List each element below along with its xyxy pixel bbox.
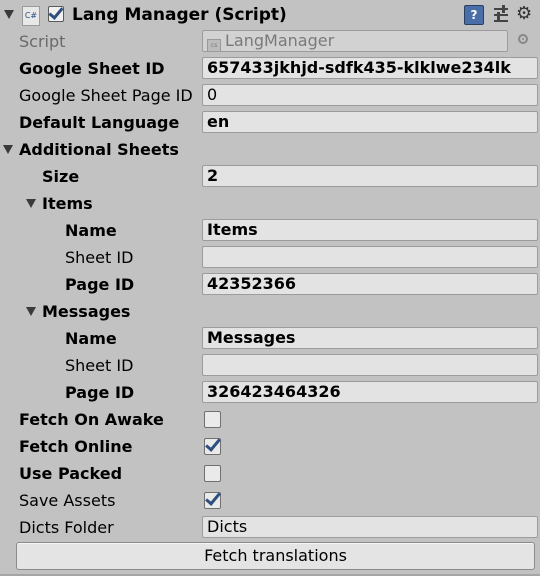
google-sheet-id-label: Google Sheet ID [19,59,165,78]
element-foldout-items[interactable]: Items [0,190,540,217]
gear-icon[interactable]: ⚙ [516,5,534,23]
google-sheet-id-field[interactable]: 657433jkhjd-sdfk435-klklwe234lk [202,57,538,79]
preset-icon[interactable] [492,5,510,23]
google-sheet-page-id-field[interactable]: 0 [202,84,538,106]
element-name-row: Name Items [0,217,540,244]
element-name-label: Name [65,221,117,240]
component-foldout-arrow-icon[interactable] [4,10,14,19]
fetch-online-row: Fetch Online [0,433,540,460]
fetch-on-awake-checkbox[interactable] [204,411,221,428]
default-language-field[interactable]: en [202,111,538,133]
use-packed-row: Use Packed [0,460,540,487]
save-assets-label: Save Assets [19,491,116,510]
script-value: LangManager [225,31,335,50]
element-sheet-id-field[interactable] [202,246,538,268]
additional-sheets-foldout[interactable]: Additional Sheets [0,136,540,163]
size-label: Size [42,167,80,186]
dicts-folder-field[interactable]: Dicts [202,516,538,538]
element-sheet-id-label: Sheet ID [65,248,134,267]
google-sheet-page-id-row: Google Sheet Page ID 0 [0,82,540,109]
component-enabled-checkbox[interactable] [48,6,64,22]
element-name-row: Name Messages [0,325,540,352]
fetch-online-label: Fetch Online [19,437,133,456]
script-label: Script [19,32,66,51]
element-page-id-field[interactable]: 326423464326 [202,381,538,403]
element-arrow-icon[interactable] [26,307,36,316]
use-packed-checkbox[interactable] [204,465,221,482]
fetch-translations-button[interactable]: Fetch translations [16,542,535,570]
component-header: C# Lang Manager (Script) ? ⚙ [0,0,540,30]
default-language-row: Default Language en [0,109,540,136]
script-asset-icon: cs [207,39,221,51]
element-foldout-messages[interactable]: Messages [0,298,540,325]
element-page-id-field[interactable]: 42352366 [202,273,538,295]
fetch-on-awake-label: Fetch On Awake [19,410,164,429]
element-page-id-row: Page ID 42352366 [0,271,540,298]
element-sheet-id-field[interactable] [202,354,538,376]
additional-sheets-arrow-icon[interactable] [3,145,13,154]
element-name-field[interactable]: Items [202,219,538,241]
element-page-id-label: Page ID [65,275,135,294]
object-picker-icon[interactable] [518,34,528,44]
script-row: Script cs LangManager [0,28,540,55]
element-label: Messages [42,302,131,321]
dicts-folder-row: Dicts Folder Dicts [0,514,540,541]
fetch-online-checkbox[interactable] [204,438,221,455]
dicts-folder-label: Dicts Folder [19,518,114,537]
save-assets-checkbox[interactable] [204,492,221,509]
element-sheet-id-row: Sheet ID [0,352,540,379]
component-title: Lang Manager (Script) [72,5,287,25]
csharp-script-icon: C# [22,6,40,26]
default-language-label: Default Language [19,113,180,132]
additional-sheets-size-row: Size 2 [0,163,540,190]
google-sheet-id-row: Google Sheet ID 657433jkhjd-sdfk435-klkl… [0,55,540,82]
element-name-label: Name [65,329,117,348]
google-sheet-page-id-label: Google Sheet Page ID [19,86,193,105]
element-label: Items [42,194,93,213]
script-field[interactable]: cs LangManager [202,30,508,52]
element-name-field[interactable]: Messages [202,327,538,349]
use-packed-label: Use Packed [19,464,123,483]
size-field[interactable]: 2 [202,165,538,187]
fetch-on-awake-row: Fetch On Awake [0,406,540,433]
help-icon[interactable]: ? [464,5,484,25]
save-assets-row: Save Assets [0,487,540,514]
element-page-id-row: Page ID 326423464326 [0,379,540,406]
element-sheet-id-label: Sheet ID [65,356,134,375]
element-sheet-id-row: Sheet ID [0,244,540,271]
additional-sheets-label: Additional Sheets [19,140,179,159]
element-page-id-label: Page ID [65,383,135,402]
element-arrow-icon[interactable] [26,199,36,208]
